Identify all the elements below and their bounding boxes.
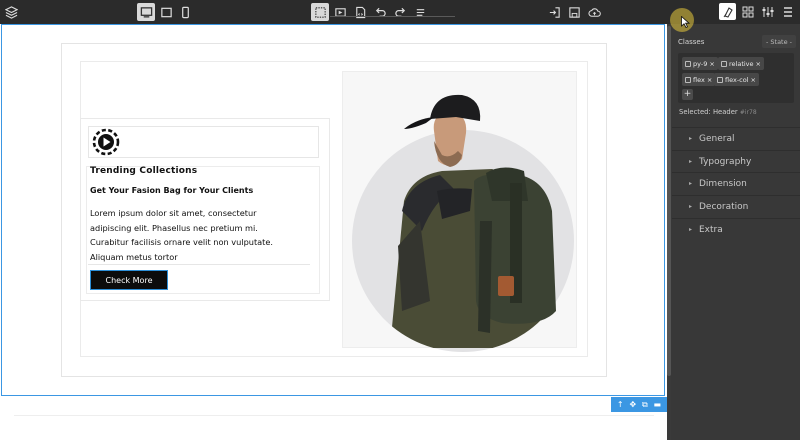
checkbox-icon[interactable]: [685, 60, 691, 67]
class-tag-label: py-9: [693, 59, 708, 68]
toolbar-divider: [330, 16, 455, 17]
outline-icon[interactable]: [311, 3, 329, 21]
section-extra[interactable]: ▸ Extra: [672, 218, 800, 240]
text-divider: [88, 264, 310, 265]
close-icon[interactable]: ×: [707, 76, 712, 84]
add-class-button[interactable]: +: [682, 89, 693, 100]
checkbox-icon[interactable]: [721, 60, 727, 67]
section-dimension[interactable]: ▸ Dimension: [672, 172, 800, 194]
layer-manager-icon[interactable]: [779, 3, 796, 20]
section-decoration[interactable]: ▸ Decoration: [672, 195, 800, 217]
caret-right-icon: ▸: [689, 135, 693, 142]
code-icon[interactable]: [351, 3, 369, 21]
section-typography[interactable]: ▸ Typography: [672, 150, 800, 172]
arrow-up-icon[interactable]: ↑: [617, 400, 624, 409]
class-tag-flex-col[interactable]: flex-col ×: [714, 73, 759, 86]
section-label: Typography: [699, 156, 752, 167]
body-line-3: Curabitur facilisis ornare velit non vul…: [90, 237, 274, 247]
section-label: Dimension: [699, 178, 747, 189]
editor-canvas[interactable]: Trending Collections Get Your Fasion Bag…: [0, 24, 667, 440]
delete-icon[interactable]: ▬: [654, 400, 662, 409]
class-tag-relative[interactable]: relative ×: [718, 57, 764, 70]
caret-right-icon: ▸: [689, 226, 693, 233]
play-logo-icon: [92, 128, 120, 156]
body-line-4: Aliquam metus tortor: [90, 251, 178, 262]
preview-icon[interactable]: [331, 3, 349, 21]
import-icon[interactable]: [545, 3, 563, 21]
move-icon[interactable]: ✥: [629, 400, 636, 409]
selected-id: #ir78: [739, 109, 757, 116]
class-tag-label: flex-col: [725, 75, 749, 84]
section-general[interactable]: ▸ General: [672, 127, 800, 149]
selection-toolbar: ↑ ✥ ⧉ ▬: [611, 397, 667, 412]
selected-component-info: Selected: Header #ir78: [679, 108, 757, 116]
checkbox-icon[interactable]: [685, 76, 691, 83]
redo-icon[interactable]: [391, 3, 409, 21]
state-select-value: - State -: [765, 37, 793, 46]
selected-label: Selected:: [679, 108, 711, 116]
close-icon[interactable]: ×: [751, 76, 756, 84]
caret-right-icon: ▸: [689, 180, 693, 187]
section-label: General: [699, 133, 735, 144]
layers-icon[interactable]: [2, 3, 20, 21]
close-icon[interactable]: ×: [756, 60, 761, 68]
check-more-button[interactable]: Check More: [90, 270, 168, 290]
checkbox-icon[interactable]: [717, 76, 723, 83]
class-tag-label: relative: [729, 59, 754, 68]
close-icon[interactable]: ×: [709, 60, 714, 68]
state-select[interactable]: - State -: [762, 35, 796, 48]
body-line-2: adipiscing elit. Phasellus nec pretium m…: [90, 222, 258, 233]
section-label: Decoration: [699, 201, 749, 212]
style-manager-icon[interactable]: [719, 3, 736, 20]
class-tag-label: flex: [693, 75, 705, 84]
classes-label: Classes: [678, 38, 705, 46]
collection-subtitle: Get Your Fasion Bag for Your Clients: [90, 186, 254, 195]
undo-icon[interactable]: [371, 3, 389, 21]
person-with-backpack-image: [390, 94, 556, 348]
copy-icon[interactable]: ⧉: [642, 400, 648, 409]
next-section-divider: [14, 415, 654, 416]
selected-value: Header: [712, 108, 738, 116]
class-tag-py-9[interactable]: py-9 ×: [682, 57, 718, 70]
tablet-icon[interactable]: [157, 3, 175, 21]
mouse-cursor-icon: [681, 16, 690, 28]
save-icon[interactable]: [565, 3, 583, 21]
logo-container[interactable]: [88, 126, 319, 158]
body-line-1: Lorem ipsum dolor sit amet, consectetur: [90, 208, 257, 218]
settings-icon[interactable]: [759, 3, 776, 20]
mobile-icon[interactable]: [176, 3, 194, 21]
section-label: Extra: [699, 224, 723, 235]
caret-right-icon: ▸: [689, 158, 693, 165]
desktop-icon[interactable]: [137, 3, 155, 21]
caret-right-icon: ▸: [689, 203, 693, 210]
blocks-icon[interactable]: [739, 3, 756, 20]
class-tag-flex[interactable]: flex ×: [682, 73, 716, 86]
collection-title: Trending Collections: [90, 166, 198, 176]
menu-icon[interactable]: [411, 3, 429, 21]
cloud-upload-icon[interactable]: [585, 3, 603, 21]
editor-app: Trending Collections Get Your Fasion Bag…: [0, 0, 800, 440]
